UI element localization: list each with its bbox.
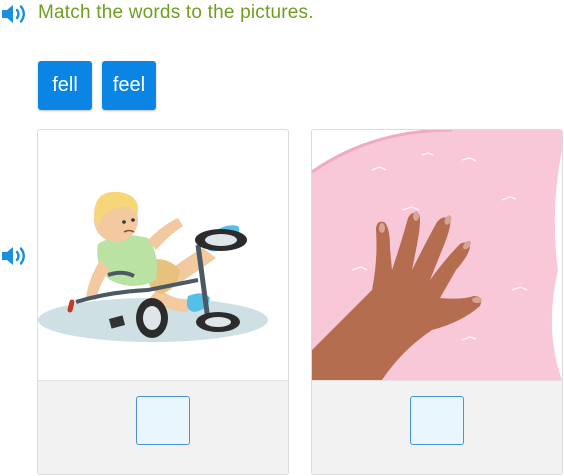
question-page: Match the words to the pictures. fell fe… — [0, 0, 564, 476]
answer-drop-box-1[interactable] — [136, 396, 190, 445]
hand-on-pink-fluffy-blanket-picture — [312, 130, 562, 380]
answer-drop-area — [312, 380, 562, 474]
picture-card-1 — [37, 129, 289, 475]
answer-drop-box-2[interactable] — [410, 396, 464, 445]
word-button-fell[interactable]: fell — [38, 61, 92, 110]
speaker-icon[interactable] — [0, 2, 30, 26]
word-button-feel[interactable]: feel — [102, 61, 156, 110]
question-instruction: Match the words to the pictures. — [38, 2, 314, 23]
child-falling-off-tricycle-picture — [38, 130, 288, 380]
picture-card-2 — [311, 129, 563, 475]
answer-drop-area — [38, 380, 288, 474]
speaker-icon[interactable] — [0, 244, 30, 268]
